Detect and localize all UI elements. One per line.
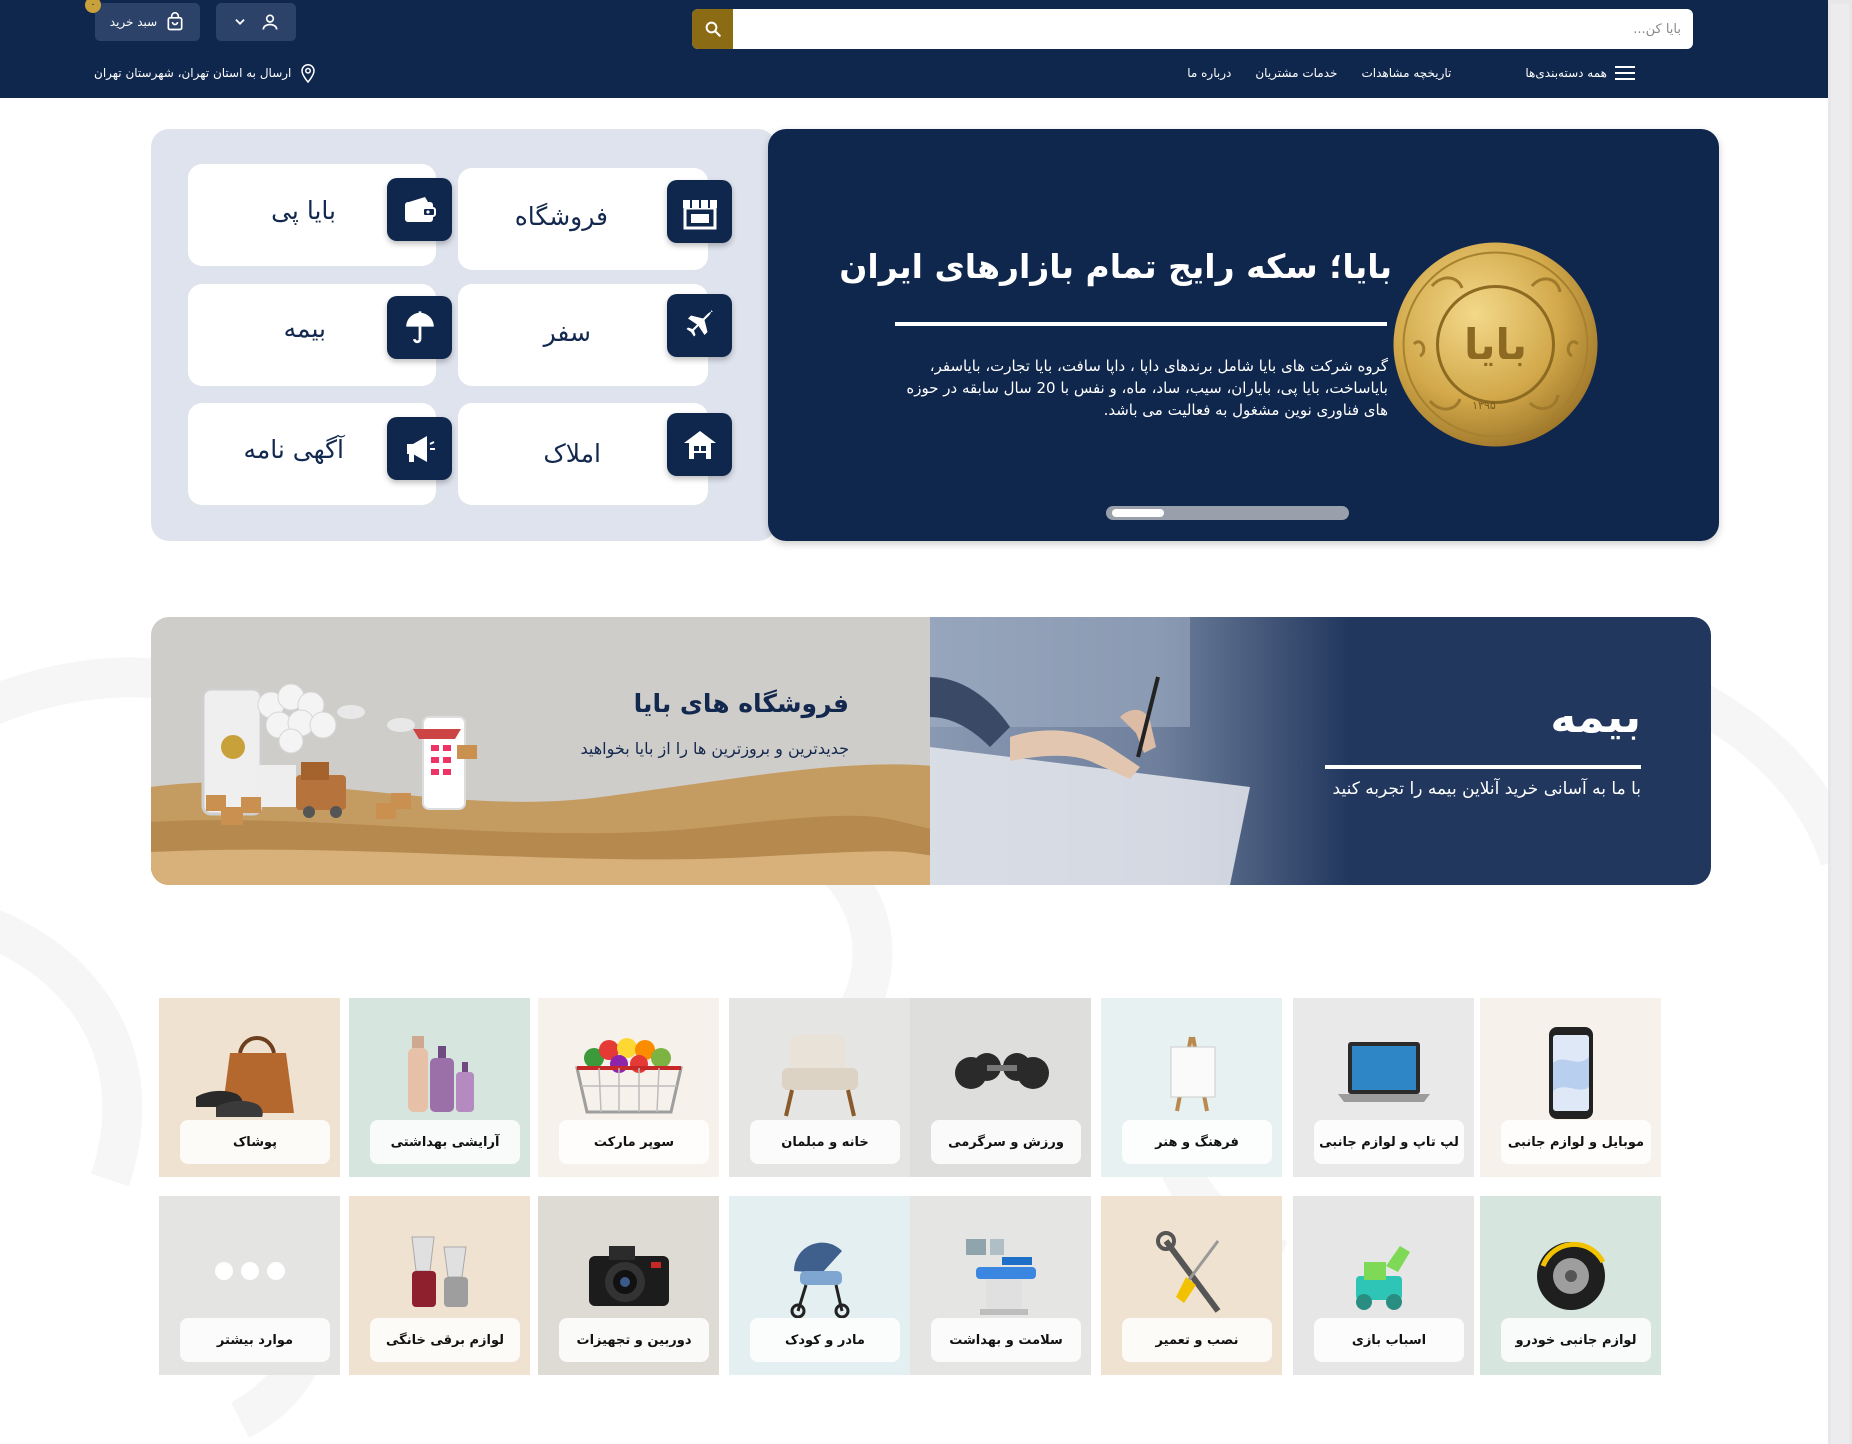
delivery-location[interactable]: ارسال به استان تهران، شهرستان تهران xyxy=(94,62,317,84)
user-menu-button[interactable] xyxy=(216,3,296,41)
coin-year: ۱۳۹۵ xyxy=(1472,399,1496,412)
category-label: لوازم برقی خانگی xyxy=(370,1318,520,1362)
category-label: سلامت و بهداشت xyxy=(931,1318,1081,1362)
main-nav: همه دسته‌بندی‌ها تاریخچه مشاهدات خدمات م… xyxy=(1187,62,1635,84)
insurance-banner[interactable]: بیمه با ما به آسانی خرید آنلاین بیمه را … xyxy=(930,617,1711,885)
cart-count-badge: ۰ xyxy=(85,0,101,13)
category-more[interactable]: موارد بیشتر xyxy=(159,1196,340,1375)
category-label: آرایشی بهداشتی xyxy=(370,1120,520,1164)
stores-banner-title: فروشگاه های بایا xyxy=(633,689,849,718)
nav-item-history[interactable]: تاریخچه مشاهدات xyxy=(1361,66,1451,80)
category-home-furniture[interactable]: خانه و مبلمان xyxy=(729,998,910,1177)
scrollbar-thumb[interactable] xyxy=(1831,4,1849,1444)
signing-document-photo xyxy=(930,617,1350,885)
category-mobile[interactable]: موبایل و لوازم جانبی xyxy=(1480,998,1661,1177)
category-mother-baby[interactable]: مادر و کودک xyxy=(729,1196,910,1375)
category-laptop[interactable]: لپ تاپ و لوازم جانبی xyxy=(1293,998,1474,1177)
category-label: مادر و کودک xyxy=(750,1318,900,1362)
service-label-travel: سفر xyxy=(543,318,591,347)
category-label: لوازم جانبی خودرو xyxy=(1501,1318,1651,1362)
search-bar[interactable] xyxy=(692,9,1693,49)
category-label: اسباب بازی xyxy=(1314,1318,1464,1362)
service-label-store: فروشگاه xyxy=(514,202,608,231)
category-label: لپ تاپ و لوازم جانبی xyxy=(1314,1120,1464,1164)
category-label: دوربین و تجهیزات xyxy=(559,1318,709,1362)
category-home-appliances[interactable]: لوازم برقی خانگی xyxy=(349,1196,530,1375)
category-health[interactable]: سلامت و بهداشت xyxy=(910,1196,1091,1375)
slider-active-dot[interactable] xyxy=(1112,509,1164,517)
service-label-baya-pay: بایا پی xyxy=(271,196,336,225)
category-cosmetics[interactable]: آرایشی بهداشتی xyxy=(349,998,530,1177)
category-culture-art[interactable]: فرهنگ و هنر xyxy=(1101,998,1282,1177)
search-icon xyxy=(705,21,721,37)
category-label: سوپر مارکت xyxy=(559,1120,709,1164)
service-card-insurance[interactable]: بیمه xyxy=(188,284,452,386)
category-supermarket[interactable]: سوپر مارکت xyxy=(538,998,719,1177)
house-icon xyxy=(667,413,732,476)
category-label: نصب و تعمیر xyxy=(1122,1318,1272,1362)
slider-pagination[interactable] xyxy=(1106,506,1349,520)
category-label: خانه و مبلمان xyxy=(750,1120,900,1164)
category-label: موارد بیشتر xyxy=(180,1318,330,1362)
services-panel: فروشگاه بایا پی سفر بیمه املاک آگهی نامه xyxy=(151,129,776,541)
coin-text: بایا xyxy=(1464,320,1527,369)
service-label-insurance: بیمه xyxy=(283,314,326,343)
insurance-banner-title: بیمه xyxy=(1550,692,1641,743)
location-pin-icon xyxy=(301,64,316,84)
service-label-classifieds: آگهی نامه xyxy=(243,435,344,464)
nav-item-customer-service[interactable]: خدمات مشتریان xyxy=(1255,66,1337,80)
category-car-accessories[interactable]: لوازم جانبی خودرو xyxy=(1480,1196,1661,1375)
all-categories-label: همه دسته‌بندی‌ها xyxy=(1525,66,1607,80)
service-label-real-estate: املاک xyxy=(543,439,601,468)
hero-slider: بایا؛ سکه رایج تمام بازارهای ایران گروه … xyxy=(768,129,1719,541)
user-icon xyxy=(262,14,277,30)
hero-divider xyxy=(895,322,1387,326)
nav-item-about[interactable]: درباره ما xyxy=(1187,66,1231,80)
category-toys[interactable]: اسباب بازی xyxy=(1293,1196,1474,1375)
category-label: فرهنگ و هنر xyxy=(1122,1120,1272,1164)
megaphone-icon xyxy=(387,417,452,480)
umbrella-icon xyxy=(387,296,452,359)
category-label: موبایل و لوازم جانبی xyxy=(1501,1120,1651,1164)
all-categories-menu[interactable]: همه دسته‌بندی‌ها xyxy=(1525,65,1635,81)
category-repair[interactable]: نصب و تعمیر xyxy=(1101,1196,1282,1375)
store-icon xyxy=(667,180,732,243)
search-button[interactable] xyxy=(692,9,733,49)
category-clothing[interactable]: پوشاک xyxy=(159,998,340,1177)
location-text: ارسال به استان تهران، شهرستان تهران xyxy=(94,66,292,80)
airplane-icon xyxy=(667,294,732,357)
shopping-bag-icon xyxy=(167,12,183,31)
wallet-icon xyxy=(387,178,452,241)
cart-label: سبد خرید xyxy=(109,15,158,29)
stores-banner[interactable]: فروشگاه های بایا جدیدترین و بروزترین ها … xyxy=(151,617,945,885)
service-card-travel[interactable]: سفر xyxy=(458,284,732,386)
service-card-classifieds[interactable]: آگهی نامه xyxy=(188,403,452,505)
search-input[interactable] xyxy=(761,9,1681,49)
cart-button[interactable]: ۰ سبد خرید xyxy=(85,0,200,41)
service-card-store[interactable]: فروشگاه xyxy=(458,168,732,270)
service-card-baya-pay[interactable]: بایا پی xyxy=(188,164,452,266)
stores-banner-subtitle: جدیدترین و بروزترین ها را از بایا بخواهی… xyxy=(580,739,850,758)
category-sports[interactable]: ورزش و سرگرمی xyxy=(910,998,1091,1177)
insurance-banner-subtitle: با ما به آسانی خرید آنلاین بیمه را تجربه… xyxy=(1332,779,1641,799)
hero-description: گروه شرکت های بایا شامل برندهای داپا ، د… xyxy=(906,357,1388,419)
service-card-real-estate[interactable]: املاک xyxy=(458,403,732,505)
category-label: پوشاک xyxy=(180,1120,330,1164)
page-scrollbar[interactable] xyxy=(1828,0,1852,1444)
category-label: ورزش و سرگرمی xyxy=(931,1120,1081,1164)
category-camera[interactable]: دوربین و تجهیزات xyxy=(538,1196,719,1375)
top-header: ۰ سبد خرید همه دسته‌بندی‌ها تاریخچه مشاه… xyxy=(0,0,1828,98)
hero-title: بایا؛ سکه رایج تمام بازارهای ایران xyxy=(839,247,1392,286)
chevron-down-icon xyxy=(234,19,245,25)
insurance-banner-divider xyxy=(1325,765,1641,769)
hamburger-menu-icon xyxy=(1615,66,1635,80)
baya-coin-image: بایا ۱۳۹۵ xyxy=(1393,242,1598,447)
